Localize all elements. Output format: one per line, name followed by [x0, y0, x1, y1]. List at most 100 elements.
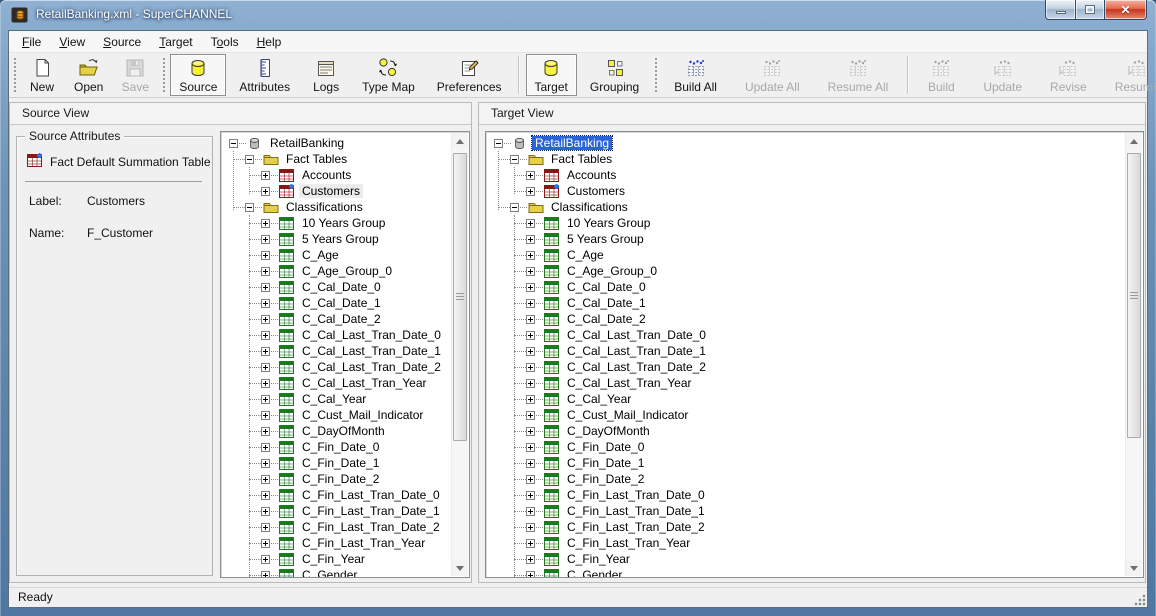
expand-icon[interactable]: [526, 379, 535, 388]
expand-icon[interactable]: [261, 443, 270, 452]
tree-node-label[interactable]: C_Cal_Date_2: [299, 312, 384, 326]
expand-icon[interactable]: [261, 411, 270, 420]
collapse-icon[interactable]: [510, 203, 519, 212]
expand-icon[interactable]: [526, 443, 535, 452]
expand-icon[interactable]: [261, 523, 270, 532]
minimize-button[interactable]: [1045, 0, 1076, 20]
tree-node-accounts[interactable]: Accounts: [225, 167, 451, 183]
tree-node-label[interactable]: Accounts: [564, 168, 619, 182]
tree-node-label[interactable]: 5 Years Group: [299, 232, 382, 246]
expand-icon[interactable]: [526, 459, 535, 468]
menu-source[interactable]: Source: [94, 32, 150, 52]
tree-node-c-fin-date-1[interactable]: C_Fin_Date_1: [225, 455, 451, 471]
expand-icon[interactable]: [526, 491, 535, 500]
tree-node-c-cal-last-tran-year[interactable]: C_Cal_Last_Tran_Year: [490, 375, 1125, 391]
tree-node-c-cal-date-1[interactable]: C_Cal_Date_1: [225, 295, 451, 311]
scroll-down-button[interactable]: [452, 560, 468, 576]
tree-node-label[interactable]: C_Cal_Last_Tran_Date_2: [299, 360, 444, 374]
collapse-icon[interactable]: [229, 139, 238, 148]
tree-node-label[interactable]: Customers: [299, 184, 363, 198]
tree-node-fact-tables[interactable]: Fact Tables: [490, 151, 1125, 167]
expand-icon[interactable]: [261, 315, 270, 324]
tree-node-label[interactable]: C_Cal_Last_Tran_Date_0: [564, 328, 709, 342]
tree-node-label[interactable]: C_Cal_Date_2: [564, 312, 649, 326]
maximize-button[interactable]: [1076, 0, 1105, 20]
scrollbar-thumb[interactable]: [1127, 153, 1141, 438]
tree-node-c-fin-date-0[interactable]: C_Fin_Date_0: [225, 439, 451, 455]
expand-icon[interactable]: [526, 347, 535, 356]
tree-node-label[interactable]: C_Fin_Last_Tran_Date_1: [299, 504, 443, 518]
tree-node-retailbanking[interactable]: RetailBanking: [490, 135, 1125, 151]
tree-node-c-cal-last-tran-date-1[interactable]: C_Cal_Last_Tran_Date_1: [490, 343, 1125, 359]
toolbar-button-logs[interactable]: Logs: [303, 54, 349, 96]
tree-node-label[interactable]: C_Fin_Date_0: [299, 440, 382, 454]
vertical-scrollbar[interactable]: [451, 133, 468, 576]
tree-node-label[interactable]: C_Fin_Last_Tran_Year: [299, 536, 428, 550]
expand-icon[interactable]: [526, 539, 535, 548]
tree-node-c-age[interactable]: C_Age: [490, 247, 1125, 263]
tree-node-c-gender[interactable]: C_Gender: [225, 567, 451, 578]
tree-node-label[interactable]: C_Age: [299, 248, 342, 262]
tree-node-label[interactable]: C_Cal_Year: [564, 392, 634, 406]
expand-icon[interactable]: [526, 235, 535, 244]
tree-node-classifications[interactable]: Classifications: [490, 199, 1125, 215]
tree-node-c-fin-date-1[interactable]: C_Fin_Date_1: [490, 455, 1125, 471]
expand-icon[interactable]: [261, 395, 270, 404]
expand-icon[interactable]: [261, 283, 270, 292]
resize-grip[interactable]: [1133, 593, 1146, 606]
tree-node-c-fin-date-2[interactable]: C_Fin_Date_2: [225, 471, 451, 487]
scrollbar-thumb[interactable]: [453, 153, 467, 441]
tree-node-label[interactable]: C_Fin_Last_Tran_Date_1: [564, 504, 708, 518]
expand-icon[interactable]: [261, 187, 270, 196]
expand-icon[interactable]: [261, 331, 270, 340]
tree-node-label[interactable]: C_Fin_Date_1: [299, 456, 382, 470]
scroll-up-button[interactable]: [1126, 133, 1142, 149]
tree-node-c-cal-date-2[interactable]: C_Cal_Date_2: [225, 311, 451, 327]
tree-node-c-cal-last-tran-date-1[interactable]: C_Cal_Last_Tran_Date_1: [225, 343, 451, 359]
expand-icon[interactable]: [261, 491, 270, 500]
tree-node-c-cal-last-tran-year[interactable]: C_Cal_Last_Tran_Year: [225, 375, 451, 391]
tree-node-label[interactable]: C_Age_Group_0: [299, 264, 395, 278]
expand-icon[interactable]: [261, 251, 270, 260]
tree-node-label[interactable]: C_Fin_Date_1: [564, 456, 647, 470]
tree-node-c-cust-mail-indicator[interactable]: C_Cust_Mail_Indicator: [490, 407, 1125, 423]
toolbar-button-source[interactable]: Source: [170, 54, 226, 96]
expand-icon[interactable]: [261, 267, 270, 276]
tree-node-label[interactable]: C_Fin_Date_2: [299, 472, 382, 486]
expand-icon[interactable]: [526, 315, 535, 324]
tree-node-label[interactable]: C_DayOfMonth: [299, 424, 388, 438]
tree-node-label[interactable]: C_Cal_Last_Tran_Date_1: [564, 344, 709, 358]
tree-node-c-fin-year[interactable]: C_Fin_Year: [225, 551, 451, 567]
tree-node-c-age-group-0[interactable]: C_Age_Group_0: [225, 263, 451, 279]
expand-icon[interactable]: [526, 475, 535, 484]
tree-node-c-gender[interactable]: C_Gender: [490, 567, 1125, 578]
tree-node-c-fin-year[interactable]: C_Fin_Year: [490, 551, 1125, 567]
tree-node-c-cal-date-1[interactable]: C_Cal_Date_1: [490, 295, 1125, 311]
scroll-down-button[interactable]: [1126, 560, 1142, 576]
tree-node-c-fin-date-2[interactable]: C_Fin_Date_2: [490, 471, 1125, 487]
toolbar-button-new[interactable]: New: [19, 54, 65, 96]
toolbar-button-preferences[interactable]: Preferences: [428, 54, 511, 96]
tree-node-label[interactable]: C_Fin_Last_Tran_Date_2: [299, 520, 443, 534]
tree-node-c-cal-last-tran-date-2[interactable]: C_Cal_Last_Tran_Date_2: [225, 359, 451, 375]
tree-node-label[interactable]: Classifications: [283, 200, 366, 214]
tree-node-label[interactable]: C_Cal_Date_1: [299, 296, 384, 310]
tree-node-5-years-group[interactable]: 5 Years Group: [490, 231, 1125, 247]
toolbar-button-open[interactable]: Open: [65, 54, 112, 96]
tree-node-c-fin-last-tran-year[interactable]: C_Fin_Last_Tran_Year: [225, 535, 451, 551]
toolbar-button-target[interactable]: Target: [526, 54, 577, 96]
expand-icon[interactable]: [261, 507, 270, 516]
menu-help[interactable]: Help: [248, 32, 291, 52]
collapse-icon[interactable]: [245, 155, 254, 164]
tree-node-label[interactable]: C_DayOfMonth: [564, 424, 653, 438]
expand-icon[interactable]: [526, 571, 535, 579]
expand-icon[interactable]: [526, 427, 535, 436]
tree-node-label[interactable]: C_Cal_Last_Tran_Date_0: [299, 328, 444, 342]
tree-node-label[interactable]: C_Cust_Mail_Indicator: [564, 408, 691, 422]
tree-node-label[interactable]: C_Fin_Year: [299, 552, 368, 566]
expand-icon[interactable]: [261, 571, 270, 579]
tree-node-c-fin-last-tran-date-2[interactable]: C_Fin_Last_Tran_Date_2: [490, 519, 1125, 535]
tree-node-label[interactable]: C_Fin_Date_2: [564, 472, 647, 486]
tree-node-c-fin-last-tran-date-1[interactable]: C_Fin_Last_Tran_Date_1: [225, 503, 451, 519]
menu-file[interactable]: File: [13, 32, 50, 52]
